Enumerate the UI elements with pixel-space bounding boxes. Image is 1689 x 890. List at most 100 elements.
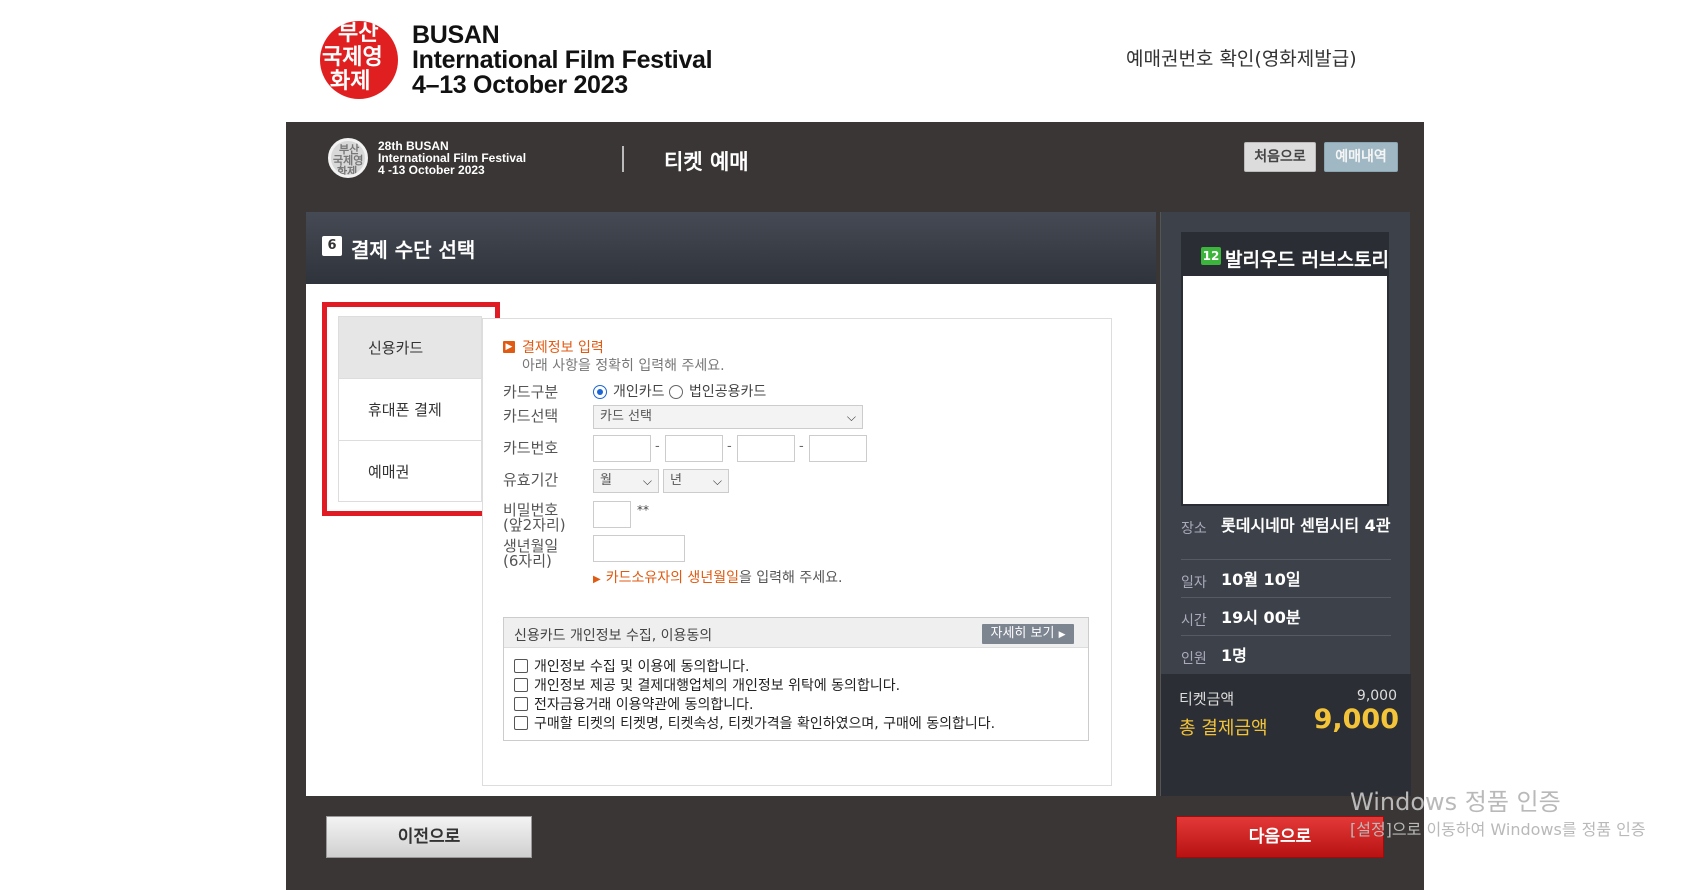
ticket-price-value: 9,000 (1356, 688, 1397, 704)
time-label: 시간 (1181, 613, 1207, 629)
consent-item-1[interactable]: 개인정보 수집 및 이용에 동의합니다. (514, 656, 749, 676)
movie-poster (1183, 276, 1387, 504)
card-number-dash-3: - (799, 439, 804, 454)
consent-title: 신용카드 개인정보 수집, 이용동의 (514, 628, 713, 644)
booking-history-button[interactable]: 예매내역 (1324, 142, 1398, 172)
card-select-dropdown[interactable]: 카드 선택 ⌵ (593, 405, 863, 429)
consent-item-4[interactable]: 구매할 티켓의 티켓명, 티켓속성, 티켓가격을 확인하였으며, 구매에 동의합… (514, 713, 995, 733)
price-summary: 티켓금액 9,000 총 결제금액 9,000 (1161, 674, 1411, 796)
festival-logo[interactable]: 부산 국제영 화제 BUSAN International Film Festi… (320, 20, 740, 100)
radio-corporate-card[interactable] (669, 385, 683, 399)
view-details-label: 자세히 보기 (990, 626, 1055, 641)
consent-checkbox-1[interactable] (514, 659, 528, 673)
festival-logo-line3: 4–13 October 2023 (412, 70, 628, 99)
movie-title-bar: 12 발리우드 러브스토리 (1183, 234, 1389, 276)
total-price-label: 총 결제금액 (1179, 718, 1268, 739)
booking-summary-sidebar: 12 발리우드 러브스토리 장소 롯데시네마 센텀시티 4관 일자 10월 10… (1160, 212, 1411, 796)
consent-item-3[interactable]: 전자금융거래 이용약관에 동의합니다. (514, 694, 753, 714)
password-input[interactable] (593, 501, 631, 528)
header-logo-line3: 4 -13 October 2023 (378, 163, 485, 177)
tab-credit-card[interactable]: 신용카드 (339, 317, 481, 379)
festival-logo-text: BUSAN International Film Festival 4–13 O… (412, 20, 713, 99)
consent-header: 신용카드 개인정보 수집, 이용동의 자세히 보기 ▶ (504, 618, 1088, 648)
card-number-input-1[interactable] (593, 435, 651, 462)
card-select-label: 카드선택 (503, 407, 559, 425)
expiry-year-select[interactable]: 년 ⌵ (663, 469, 729, 493)
consent-item-4-text: 구매할 티켓의 티켓명, 티켓속성, 티켓가격을 확인하였으며, 구매에 동의합… (534, 716, 996, 732)
chevron-down-icon: ⌵ (846, 410, 856, 424)
radio-personal-card-label: 개인카드 (613, 384, 665, 400)
card-number-dash-2: - (727, 439, 732, 454)
expiry-label: 유효기간 (503, 471, 559, 489)
ticket-price-label: 티켓금액 (1179, 690, 1235, 708)
card-number-input-2[interactable] (665, 435, 723, 462)
caret-right-icon: ▶ (1058, 630, 1066, 640)
venue-label: 장소 (1181, 521, 1207, 537)
step-bar: 6 결제 수단 선택 (306, 212, 1156, 284)
consent-item-1-text: 개인정보 수집 및 이용에 동의합니다. (534, 659, 750, 675)
time-row: 시간 19시 00분 (1181, 598, 1391, 636)
consent-item-3-text: 전자금융거래 이용약관에 동의합니다. (534, 697, 754, 713)
consent-box: 신용카드 개인정보 수집, 이용동의 자세히 보기 ▶ 개인정보 수집 및 이용… (503, 617, 1089, 741)
header-seal-icon: 부산 국제영 화제 (328, 138, 368, 178)
expiry-year-value: 년 (670, 473, 682, 488)
people-value: 1명 (1221, 646, 1247, 665)
venue-value: 롯데시네마 센텀시티 4관 (1221, 516, 1391, 535)
view-details-button[interactable]: 자세히 보기 ▶ (982, 624, 1074, 644)
card-number-dash-1: - (655, 439, 660, 454)
payment-method-tabs: 신용카드 휴대폰 결제 예매권 (338, 316, 482, 502)
booking-frame: 부산 국제영 화제 28th BUSAN International Film … (286, 122, 1424, 890)
windows-activation-title: Windows 정품 인증 (1350, 788, 1561, 816)
age-rating-badge: 12 (1201, 247, 1221, 265)
festival-logo-line2: International Film Festival (412, 45, 713, 74)
step-number: 6 (322, 236, 342, 256)
card-number-label: 카드번호 (503, 439, 559, 457)
venue-row: 장소 롯데시네마 센텀시티 4관 (1181, 516, 1391, 560)
people-row: 인원 1명 (1181, 636, 1391, 674)
expiry-month-select[interactable]: 월 ⌵ (593, 469, 659, 493)
windows-activation-subtitle: [설정]으로 이동하여 Windows를 정품 인증 (1350, 820, 1646, 839)
radio-personal-card[interactable] (593, 385, 607, 399)
consent-item-2[interactable]: 개인정보 제공 및 결제대행업체의 개인정보 위탁에 동의합니다. (514, 675, 900, 695)
password-suffix: ** (637, 503, 649, 517)
expiry-month-value: 월 (600, 473, 612, 488)
consent-checkbox-2[interactable] (514, 678, 528, 692)
festival-seal-icon: 부산 국제영 화제 (320, 21, 398, 99)
people-label: 인원 (1181, 651, 1207, 667)
previous-button[interactable]: 이전으로 (326, 816, 532, 858)
chevron-down-icon: ⌵ (642, 474, 652, 488)
date-label: 일자 (1181, 575, 1207, 591)
movie-title: 발리우드 러브스토리 (1225, 249, 1389, 271)
home-button[interactable]: 처음으로 (1244, 142, 1316, 172)
header-logo: 부산 국제영 화제 28th BUSAN International Film … (328, 138, 526, 178)
chevron-down-icon: ⌵ (712, 474, 722, 488)
password-label: 비밀번호 (앞2자리) (503, 503, 566, 533)
total-price-value: 9,000 (1313, 704, 1399, 735)
voucher-check-link[interactable]: 예매권번호 확인(영화제발급) (1126, 44, 1357, 71)
section-title: ▶ 결제정보 입력 (503, 337, 604, 357)
arrow-right-icon: ▶ (503, 341, 515, 353)
consent-item-2-text: 개인정보 제공 및 결제대행업체의 개인정보 위탁에 동의합니다. (534, 678, 901, 694)
date-row: 일자 10월 10일 (1181, 560, 1391, 598)
festival-logo-line1: BUSAN (412, 20, 500, 49)
birthdate-note: ▶ 카드소유자의 생년월일을 입력해 주세요. (593, 567, 842, 587)
header-logo-text: 28th BUSAN International Film Festival 4… (378, 140, 526, 176)
tab-voucher[interactable]: 예매권 (339, 441, 481, 503)
section-title-text: 결제정보 입력 (522, 340, 604, 356)
payment-form: ▶ 결제정보 입력 아래 사항을 정확히 입력해 주세요. 카드구분 개인카드 … (482, 318, 1112, 786)
note-rest: 을 입력해 주세요. (738, 570, 843, 586)
card-type-label: 카드구분 (503, 383, 559, 401)
step-title: 결제 수단 선택 (351, 238, 476, 262)
note-highlight: 카드소유자의 생년월일 (605, 570, 739, 586)
triangle-right-icon: ▶ (593, 574, 601, 585)
birthdate-input[interactable] (593, 535, 685, 562)
movie-card: 12 발리우드 러브스토리 (1181, 232, 1389, 506)
card-number-input-4[interactable] (809, 435, 867, 462)
header-title: 티켓 예매 (664, 150, 749, 174)
tab-mobile-payment[interactable]: 휴대폰 결제 (339, 379, 481, 441)
consent-checkbox-4[interactable] (514, 716, 528, 730)
birthdate-label: 생년월일 (6자리) (503, 539, 558, 569)
consent-checkbox-3[interactable] (514, 697, 528, 711)
birthdate-label-line2: (6자리) (503, 552, 552, 570)
card-number-input-3[interactable] (737, 435, 795, 462)
